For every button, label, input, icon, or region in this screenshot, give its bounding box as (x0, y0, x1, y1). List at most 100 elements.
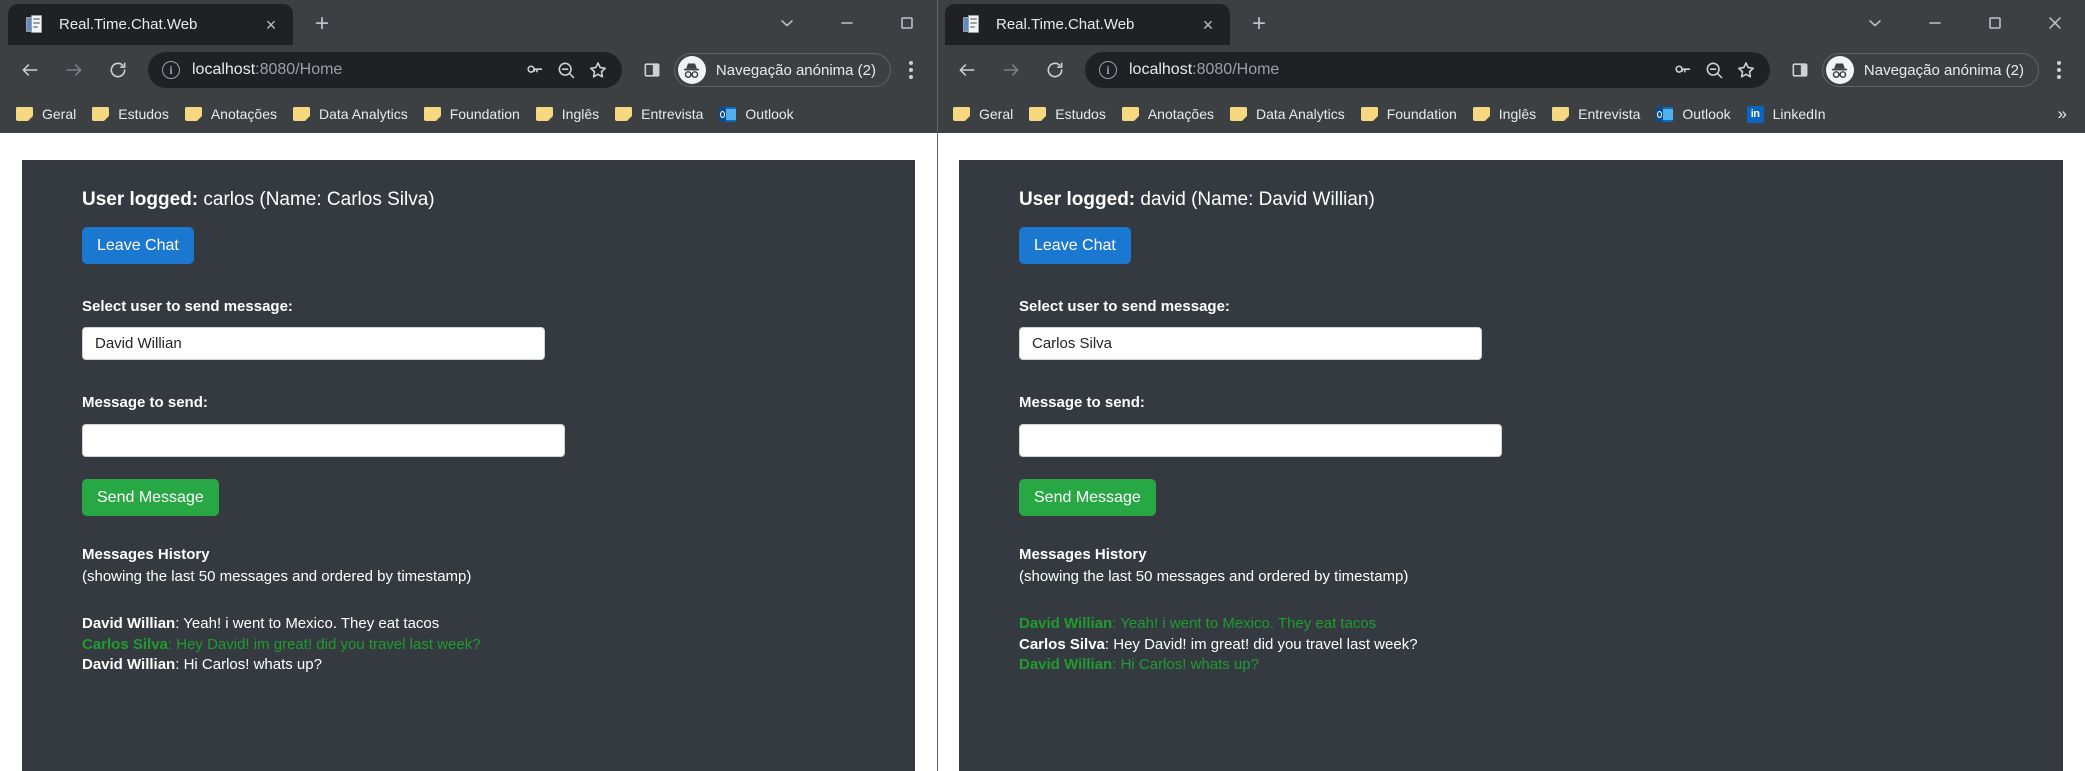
back-button[interactable] (948, 51, 986, 89)
url-path: :8080/Home (255, 61, 343, 78)
bookmark-label: Outlook (745, 106, 794, 122)
select-user-dropdown[interactable]: David Willian (82, 327, 545, 361)
folder-icon (92, 107, 110, 121)
reload-button[interactable] (1036, 51, 1074, 89)
bookmarks-bar: Geral Estudos Anotações Data Analytics Found… (937, 95, 2085, 133)
folder-icon (953, 107, 970, 121)
bookmark-foundation[interactable]: Foundation (1353, 100, 1465, 128)
bookmark-outlook[interactable]: Outlook (711, 100, 801, 128)
minimize-button[interactable] (817, 0, 877, 45)
message-input[interactable] (1019, 423, 1502, 457)
bookmark-entrevista[interactable]: Entrevista (1544, 100, 1648, 128)
site-info-icon[interactable]: i (1099, 61, 1117, 79)
message-sender: Carlos Silva (82, 635, 168, 653)
messages-list: David Willian: Yeah! i went to Mexico. T… (82, 614, 915, 676)
new-tab-button[interactable]: + (305, 7, 339, 41)
send-message-button[interactable]: Send Message (1019, 478, 1156, 516)
browser-tab[interactable]: Real.Time.Chat.Web × (8, 4, 293, 45)
leave-chat-button[interactable]: Leave Chat (1019, 226, 1131, 264)
bookmark-label: Estudos (118, 106, 169, 122)
bookmarks-overflow-button[interactable]: » (2048, 104, 2077, 124)
message-sender: David Willian (1019, 656, 1113, 674)
chat-app-container: User logged: david (Name: David Willian)… (959, 160, 2063, 771)
address-bar[interactable]: i localhost:8080/Home (1085, 52, 1770, 88)
browser-tab[interactable]: Real.Time.Chat.Web × (945, 4, 1230, 45)
folder-icon (16, 107, 33, 121)
message-input[interactable] (82, 423, 565, 457)
minimize-button[interactable] (1905, 0, 1965, 45)
tab-strip: Real.Time.Chat.Web × + (937, 0, 2085, 45)
forward-button[interactable] (992, 51, 1030, 89)
message-row: David Willian: Yeah! i went to Mexico. T… (82, 614, 440, 632)
window-controls (757, 0, 937, 45)
zoom-out-icon[interactable] (550, 54, 582, 86)
user-logged-line: User logged: david (Name: David Willian) (1019, 186, 2063, 215)
back-button[interactable] (11, 51, 49, 89)
maximize-button[interactable] (877, 0, 937, 45)
message-row: Carlos Silva: Hey David! im great! did y… (1019, 635, 1418, 653)
bookmark-foundation[interactable]: Foundation (416, 100, 528, 128)
key-icon[interactable] (518, 54, 550, 86)
bookmark-label: Inglês (561, 106, 600, 122)
bookmark-data-analytics[interactable]: Data Analytics (1222, 100, 1353, 128)
bookmark-outlook[interactable]: Outlook (1648, 100, 1738, 128)
forward-button[interactable] (55, 51, 93, 89)
bookmark-estudos[interactable]: Estudos (1021, 100, 1114, 128)
bookmark-inglês[interactable]: Inglês (1465, 100, 1544, 128)
bookmark-label: Geral (42, 106, 77, 122)
folder-icon (1552, 107, 1570, 121)
bookmark-label: Estudos (1055, 106, 1106, 122)
new-tab-button[interactable]: + (1242, 7, 1276, 41)
chevron-down-button[interactable] (757, 0, 817, 45)
star-icon[interactable] (1730, 54, 1762, 86)
bookmark-inglês[interactable]: Inglês (528, 100, 607, 128)
message-row: Carlos Silva: Hey David! im great! did y… (82, 635, 481, 653)
document-icon (963, 15, 982, 34)
message-row: David Willian: Hi Carlos! whats up? (82, 656, 322, 674)
bookmark-entrevista[interactable]: Entrevista (607, 100, 711, 128)
folder-icon (1121, 107, 1139, 121)
kebab-menu-icon[interactable] (893, 52, 929, 88)
chevron-down-button[interactable] (1845, 0, 1905, 45)
close-button[interactable] (2025, 0, 2085, 45)
bookmark-label: Data Analytics (1256, 106, 1345, 122)
outlook-icon (1656, 106, 1674, 122)
profile-incognito-button[interactable]: Navegação anónima (2) (673, 53, 891, 87)
zoom-out-icon[interactable] (1698, 54, 1730, 86)
browser-window-right: Real.Time.Chat.Web × + i localhost:8080/Home… (937, 0, 2085, 771)
linkedin-icon: in (1746, 105, 1764, 123)
user-logged-value: david (Name: David Willian) (1140, 189, 1375, 210)
tab-title: Real.Time.Chat.Web (59, 16, 198, 33)
window-divider (937, 0, 938, 771)
maximize-button[interactable] (1965, 0, 2025, 45)
bookmark-geral[interactable]: Geral (8, 100, 84, 128)
bookmark-geral[interactable]: Geral (945, 100, 1021, 128)
key-icon[interactable] (1666, 54, 1698, 86)
address-bar[interactable]: i localhost:8080/Home (148, 52, 622, 88)
star-icon[interactable] (582, 54, 614, 86)
document-icon (26, 15, 45, 34)
profile-incognito-button[interactable]: Navegação anónima (2) (1821, 53, 2039, 87)
messages-history-title: Messages History (1019, 545, 1147, 563)
message-input-label: Message to send: (82, 394, 208, 412)
folder-icon (423, 107, 441, 121)
leave-chat-button[interactable]: Leave Chat (82, 226, 194, 264)
bookmark-anotações[interactable]: Anotações (1114, 100, 1222, 128)
side-panel-icon[interactable] (634, 52, 670, 88)
kebab-menu-icon[interactable] (2041, 52, 2077, 88)
url-host: localhost (1129, 61, 1193, 78)
bookmark-estudos[interactable]: Estudos (84, 100, 177, 128)
bookmark-anotações[interactable]: Anotações (177, 100, 285, 128)
select-user-dropdown[interactable]: Carlos Silva (1019, 327, 1482, 361)
bookmark-data-analytics[interactable]: Data Analytics (285, 100, 416, 128)
side-panel-icon[interactable] (1782, 52, 1818, 88)
message-text: Hi Carlos! whats up? (1120, 656, 1259, 674)
profile-label: Navegação anónima (2) (1863, 61, 2024, 79)
site-info-icon[interactable]: i (162, 61, 180, 79)
reload-button[interactable] (99, 51, 137, 89)
send-message-button[interactable]: Send Message (82, 478, 219, 516)
close-icon[interactable]: × (259, 13, 283, 37)
close-icon[interactable]: × (1196, 13, 1220, 37)
profile-label: Navegação anónima (2) (715, 61, 876, 79)
bookmark-linkedin[interactable]: in LinkedIn (1739, 100, 1834, 128)
